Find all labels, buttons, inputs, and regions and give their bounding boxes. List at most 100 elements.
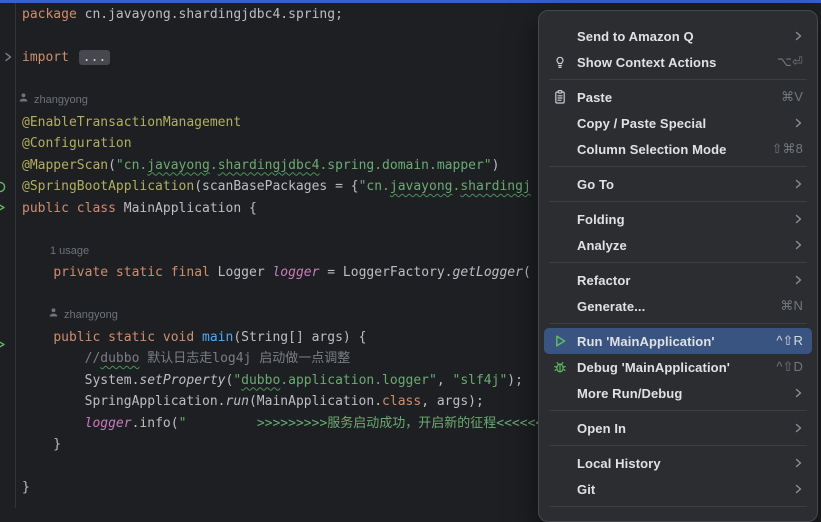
run-class-icon[interactable] [0, 180, 6, 198]
icon-spacer [551, 141, 569, 157]
menu-item-refactor[interactable]: Refactor [544, 267, 812, 293]
submenu-arrow-icon [794, 117, 803, 129]
submenu-arrow-icon [794, 483, 803, 495]
code-token: package [22, 7, 77, 22]
menu-item-copy-paste-special[interactable]: Copy / Paste Special [544, 110, 812, 136]
code-token: (String[] args) { [233, 330, 366, 345]
code-token: .info( [132, 416, 179, 431]
menu-item-label: Local History [577, 456, 786, 471]
code-token: } [22, 437, 61, 452]
code-token: getLogger [453, 265, 523, 280]
icon-spacer [551, 455, 569, 471]
menu-item-paste[interactable]: Paste ⌘V [544, 84, 812, 110]
menu-item-show-context-actions[interactable]: Show Context Actions ⌥⏎ [544, 49, 812, 75]
code-token: MainApplication { [116, 201, 257, 216]
menu-separator [549, 201, 807, 202]
submenu-arrow-icon [794, 30, 803, 42]
menu-separator [549, 262, 807, 263]
menu-item-debug-mainapplication[interactable]: Debug 'MainApplication'^⇧D [544, 354, 812, 380]
menu-item-column-selection-mode[interactable]: Column Selection Mode⇧⌘8 [544, 136, 812, 162]
menu-item-shortcut: ⌘N [780, 298, 803, 314]
editor-tab-accent-bar [0, 0, 821, 3]
code-token: shardingjdbc4 [218, 158, 320, 173]
submenu-arrow-icon [794, 387, 803, 399]
code-token: (scanBasePackages = { [194, 179, 358, 194]
code-token: shardingj [460, 179, 530, 194]
menu-item-label: Copy / Paste Special [577, 116, 786, 131]
clipboard-icon [551, 89, 569, 105]
icon-spacer [551, 176, 569, 192]
submenu-arrow-icon [794, 178, 803, 190]
code-token: .application.logger" [280, 373, 437, 388]
menu-item-label: Refactor [577, 273, 786, 288]
menu-item-label: Paste [577, 90, 773, 105]
code-token: main [202, 330, 233, 345]
code-token: dubbo [241, 373, 280, 388]
menu-item-shortcut: ⌥⏎ [777, 54, 803, 70]
run-arrow-icon[interactable] [0, 336, 5, 354]
editor-context-menu: Send to Amazon Q Show Context Actions ⌥⏎ Pa… [538, 10, 818, 522]
code-token: cn.javayong.shardingjdbc4.spring; [77, 7, 343, 22]
icon-spacer [551, 115, 569, 131]
code-token: javayong [147, 158, 210, 173]
submenu-arrow-icon [794, 239, 803, 251]
menu-item-generate[interactable]: Generate...⌘N [544, 293, 812, 319]
code-token: logger [85, 416, 132, 431]
code-token: public class [22, 201, 116, 216]
menu-separator [549, 506, 807, 507]
code-token: @EnableTransactionManagement [22, 115, 241, 130]
author-icon [18, 90, 29, 112]
menu-separator [549, 166, 807, 167]
code-token: class [382, 394, 421, 409]
code-token: } [22, 480, 30, 495]
menu-item-go-to[interactable]: Go To [544, 171, 812, 197]
code-token: System. [22, 373, 139, 388]
code-token [22, 351, 85, 366]
code-token: ( [108, 158, 116, 173]
icon-spacer [551, 420, 569, 436]
menu-item-label: Debug 'MainApplication' [577, 360, 768, 375]
code-token: ) [492, 158, 500, 173]
icon-spacer [551, 298, 569, 314]
run-arrow-icon[interactable] [0, 199, 5, 217]
menu-item-local-history[interactable]: Local History [544, 450, 812, 476]
menu-item-shortcut: ⌘V [781, 89, 803, 105]
menu-item-label: Show Context Actions [577, 55, 769, 70]
submenu-arrow-icon [794, 457, 803, 469]
code-token: 默认日志走log4j 启动做一点调整 [139, 351, 350, 366]
menu-item-run-mainapplication[interactable]: Run 'MainApplication'^⇧R [544, 328, 812, 354]
menu-item-git[interactable]: Git [544, 476, 812, 502]
submenu-arrow-icon [794, 274, 803, 286]
code-token: ... [79, 50, 110, 65]
code-token: private static final [53, 265, 210, 280]
menu-item-more-run-debug[interactable]: More Run/Debug [544, 380, 812, 406]
menu-item-label: Folding [577, 212, 786, 227]
submenu-arrow-icon [794, 213, 803, 225]
menu-item-send-to-amazon-q[interactable]: Send to Amazon Q [544, 23, 812, 49]
menu-item-analyze[interactable]: Analyze [544, 232, 812, 258]
submenu-arrow-icon [794, 422, 803, 434]
code-token [22, 416, 85, 431]
code-token: run [226, 394, 249, 409]
code-token: @SpringBootApplication [22, 179, 194, 194]
menu-item-folding[interactable]: Folding [544, 206, 812, 232]
code-token: "cn. [116, 158, 147, 173]
code-token: , [437, 373, 453, 388]
code-token: public static void [53, 330, 194, 345]
icon-spacer [551, 385, 569, 401]
author-icon [48, 305, 59, 327]
icon-spacer [551, 211, 569, 227]
code-token: " [233, 373, 241, 388]
menu-item-label: Go To [577, 177, 786, 192]
code-token: .spring.domain.mapper" [319, 158, 491, 173]
debug-icon [551, 359, 569, 375]
icon-spacer [551, 272, 569, 288]
menu-separator [549, 410, 807, 411]
lightbulb-icon [551, 54, 569, 70]
code-token: = LoggerFactory. [319, 265, 452, 280]
code-token: setProperty [139, 373, 225, 388]
icon-spacer [551, 481, 569, 497]
code-token: logger [272, 265, 319, 280]
code-token: ); [507, 373, 523, 388]
menu-item-open-in[interactable]: Open In [544, 415, 812, 441]
